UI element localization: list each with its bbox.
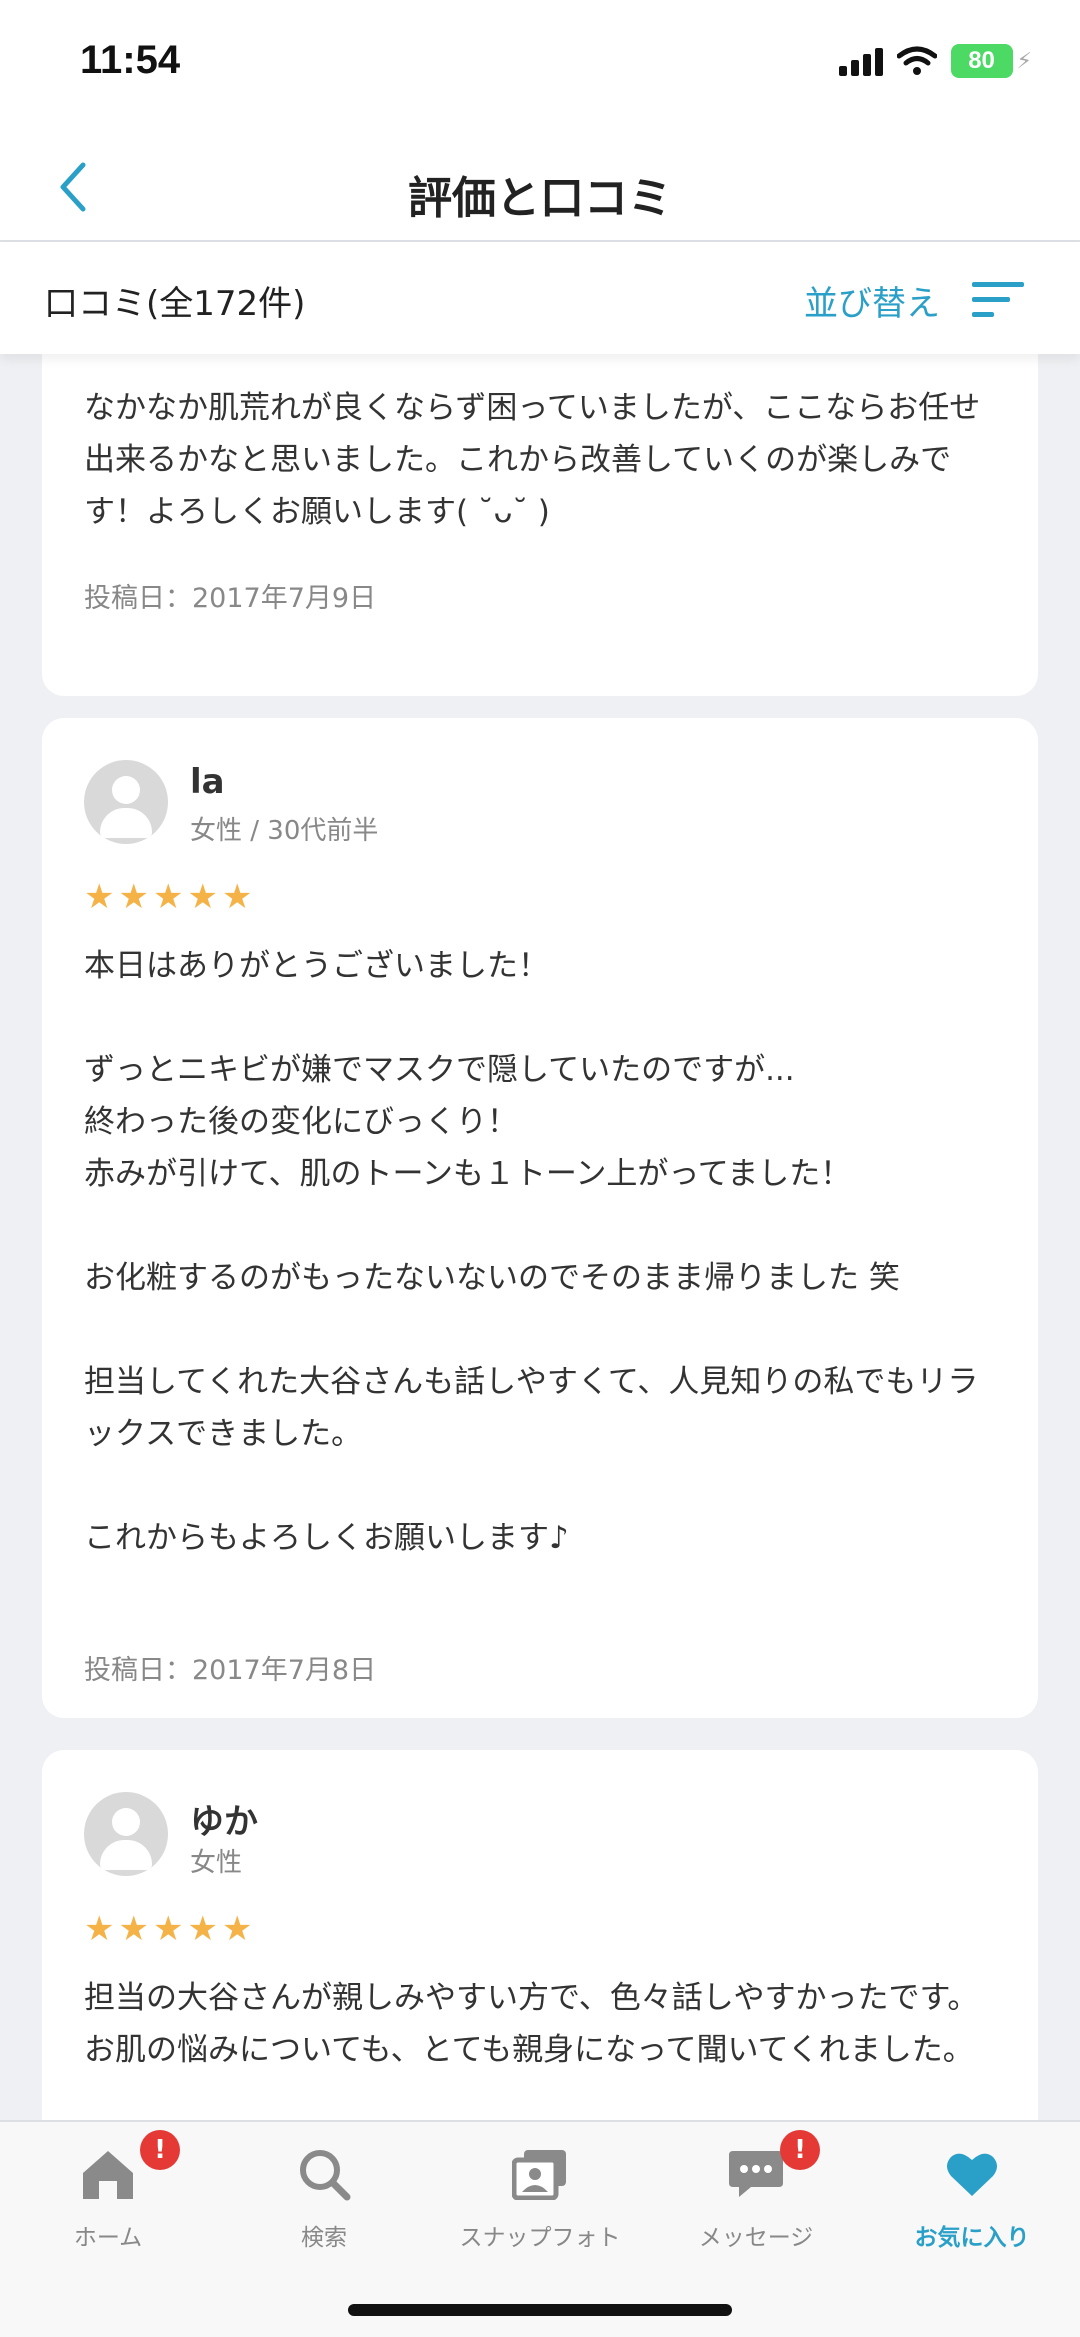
review-list-header: 口コミ(全172件) 並び替え bbox=[0, 242, 1080, 354]
reviewer-meta: 女性 / 30代前半 bbox=[190, 816, 379, 846]
avatar bbox=[84, 1792, 168, 1876]
review-card: ゆか 女性 ★ ★ ★ ★ ★ 担当の大谷さんが親しみやすい方で、色々話しやすか… bbox=[42, 1750, 1038, 2120]
star-icon: ★ bbox=[221, 1909, 253, 1949]
reviewer-meta: 女性 bbox=[190, 1848, 243, 1878]
tab-home[interactable]: ! ホーム bbox=[0, 2130, 216, 2252]
review-text: なかなか肌荒れが良くならず困っていましたが、ここならお任せ出来るかなと思いました… bbox=[84, 390, 981, 530]
reviewer-name: la bbox=[190, 762, 225, 802]
review-text: 担当の大谷さんが親しみやすい方で、色々話しやすかったです。お肌の悩みについても、… bbox=[84, 1980, 979, 2068]
star-icon: ★ bbox=[118, 1909, 149, 1949]
status-icons: 80 ⚡ bbox=[838, 44, 1032, 78]
tab-message[interactable]: ! メッセージ bbox=[648, 2130, 864, 2252]
star-icon: ★ bbox=[118, 877, 149, 917]
review-count: 口コミ(全172件) bbox=[44, 284, 306, 324]
page-title: 評価と口コミ bbox=[408, 173, 672, 224]
review-card: なかなか肌荒れが良くならず困っていましたが、ここならお任せ出来るかなと思いました… bbox=[42, 354, 1038, 696]
wifi-icon bbox=[896, 46, 937, 75]
star-rating: ★ ★ ★ ★ ★ bbox=[84, 880, 252, 914]
sort-icon[interactable] bbox=[972, 280, 1024, 320]
review-date: 投稿日：2017年7月8日 bbox=[84, 1655, 377, 1686]
snap-photo-icon bbox=[512, 2150, 566, 2200]
home-indicator bbox=[348, 2304, 732, 2316]
review-date: 投稿日：2017年7月9日 bbox=[84, 583, 377, 614]
tab-label: 検索 bbox=[301, 2225, 347, 2251]
nav-bar: 評価と口コミ bbox=[0, 132, 1080, 242]
home-icon bbox=[83, 2151, 133, 2199]
cellular-signal-icon bbox=[838, 46, 883, 76]
sort-button[interactable]: 並び替え bbox=[804, 276, 940, 325]
review-feed[interactable]: なかなか肌荒れが良くならず困っていましたが、ここならお任せ出来るかなと思いました… bbox=[0, 354, 1080, 2120]
charging-icon: ⚡ bbox=[1016, 48, 1032, 74]
battery-icon: 80 bbox=[950, 44, 1013, 78]
status-bar: 11:54 80 ⚡ bbox=[0, 0, 1080, 132]
star-icon: ★ bbox=[221, 877, 253, 917]
avatar bbox=[84, 760, 168, 844]
search-icon bbox=[300, 2150, 351, 2201]
star-icon: ★ bbox=[152, 1909, 184, 1949]
tab-search[interactable]: 検索 bbox=[216, 2142, 432, 2252]
tab-snap-photo[interactable]: スナップフォト bbox=[432, 2142, 648, 2252]
star-icon: ★ bbox=[84, 1909, 115, 1949]
battery-level: 80 bbox=[968, 47, 995, 74]
reviewer-name: ゆか bbox=[190, 1802, 258, 1842]
status-time: 11:54 bbox=[80, 38, 181, 82]
review-card: la 女性 / 30代前半 ★ ★ ★ ★ ★ 本日はありがとうございました！ … bbox=[42, 718, 1038, 1718]
star-icon: ★ bbox=[152, 877, 184, 917]
notification-badge: ! bbox=[140, 2130, 180, 2170]
notification-badge: ! bbox=[780, 2130, 820, 2170]
message-icon bbox=[729, 2151, 783, 2197]
heart-icon bbox=[947, 2153, 997, 2196]
star-icon: ★ bbox=[187, 1909, 218, 1949]
star-rating: ★ ★ ★ ★ ★ bbox=[84, 1912, 252, 1946]
star-icon: ★ bbox=[187, 877, 218, 917]
star-icon: ★ bbox=[84, 877, 115, 917]
tab-label: お気に入り bbox=[914, 2225, 1030, 2251]
tab-label: メッセージ bbox=[698, 2225, 814, 2251]
tab-label: ホーム bbox=[73, 2225, 143, 2251]
tab-favorites[interactable]: お気に入り bbox=[864, 2142, 1080, 2252]
tab-label: スナップフォト bbox=[459, 2225, 621, 2251]
review-text: 本日はありがとうございました！ ずっとニキビが嫌でマスクで隠していたのですが..… bbox=[84, 948, 979, 1556]
